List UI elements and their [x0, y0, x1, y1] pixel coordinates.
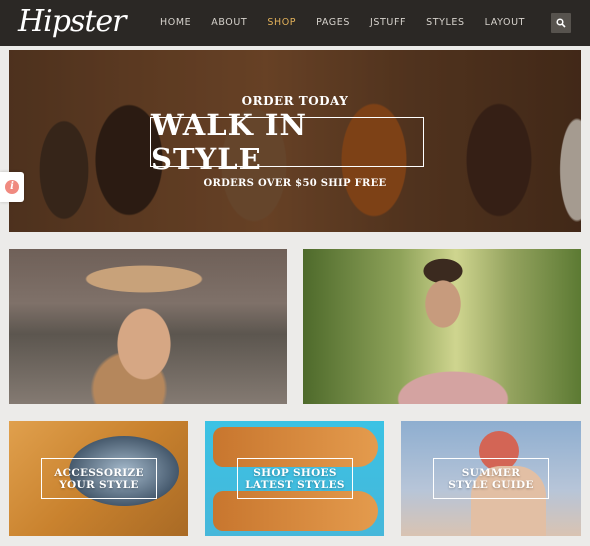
promo-line-2: LATEST STYLES [245, 478, 345, 491]
info-side-tab[interactable]: i [0, 172, 24, 202]
search-button[interactable] [551, 13, 571, 33]
nav-item-shop[interactable]: SHOP [257, 0, 306, 46]
nav-item-layout[interactable]: LAYOUT [475, 0, 535, 46]
hero-title-frame: WALK IN STYLE [150, 108, 424, 176]
hero-subtitle: ORDERS OVER $50 SHIP FREE [203, 178, 387, 189]
main-menu: HOME ABOUT SHOP PAGES JSTUFF STYLES LAYO… [150, 0, 535, 46]
search-icon [556, 18, 566, 28]
hero-kicker: ORDER TODAY [241, 94, 349, 108]
nav-item-about[interactable]: ABOUT [201, 0, 257, 46]
promo-label-frame: ACCESSORIZE YOUR STYLE [41, 458, 157, 499]
nav-item-jstuff[interactable]: JSTUFF [360, 0, 416, 46]
nav-item-pages[interactable]: PAGES [306, 0, 360, 46]
promo-line-2: STYLE GUIDE [448, 478, 534, 491]
promo-line-1: SUMMER [461, 466, 521, 479]
promo-summer[interactable]: SUMMER STYLE GUIDE [401, 421, 581, 536]
site-logo[interactable]: Hipster [18, 4, 127, 40]
woman-sunhat-photo[interactable] [9, 249, 287, 404]
nav-item-home[interactable]: HOME [150, 0, 201, 46]
promo-accessories[interactable]: ACCESSORIZE YOUR STYLE [9, 421, 188, 536]
hero-banner[interactable]: ORDER TODAY WALK IN STYLE ORDERS OVER $5… [9, 50, 581, 232]
top-navbar: Hipster HOME ABOUT SHOP PAGES JSTUFF STY… [0, 0, 590, 46]
promo-line-2: YOUR STYLE [59, 478, 139, 491]
promo-label-frame: SHOP SHOES LATEST STYLES [237, 458, 353, 499]
nav-item-styles[interactable]: STYLES [416, 0, 475, 46]
promo-label-frame: SUMMER STYLE GUIDE [433, 458, 549, 499]
man-portrait-photo[interactable] [303, 249, 581, 404]
promo-line-1: SHOP SHOES [253, 466, 337, 479]
promo-shoes[interactable]: SHOP SHOES LATEST STYLES [205, 421, 384, 536]
hero-title: WALK IN STYLE [151, 108, 307, 176]
info-icon: i [5, 180, 19, 194]
promo-line-1: ACCESSORIZE [54, 466, 144, 479]
